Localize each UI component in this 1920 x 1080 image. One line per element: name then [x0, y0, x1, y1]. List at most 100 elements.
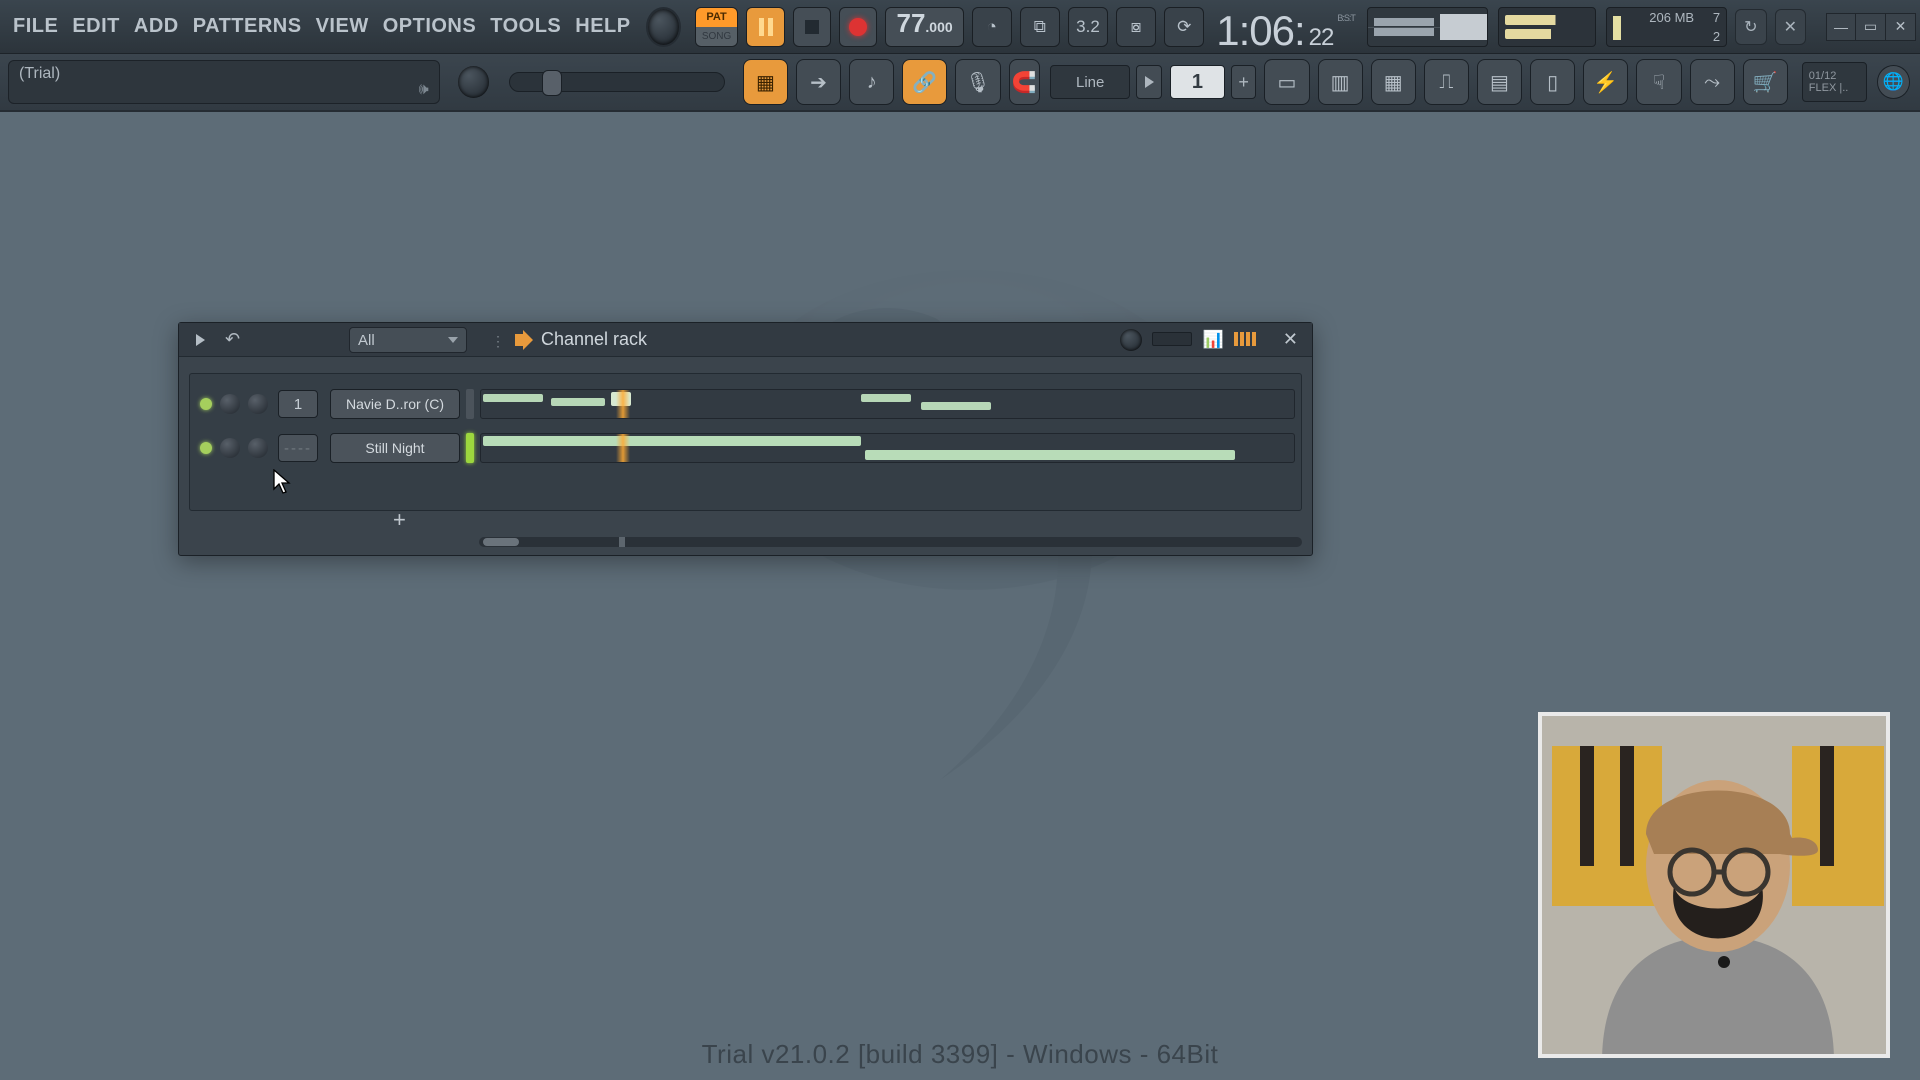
- main-toolbar: FILE EDIT ADD PATTERNS VIEW OPTIONS TOOL…: [0, 0, 1920, 54]
- channel-route-box[interactable]: ----: [278, 434, 318, 462]
- menu-options[interactable]: OPTIONS: [376, 15, 484, 38]
- master-pitch-knob[interactable]: [458, 66, 489, 98]
- stop-button[interactable]: [793, 7, 831, 47]
- song-label: SONG: [696, 27, 738, 46]
- main-menu: FILE EDIT ADD PATTERNS VIEW OPTIONS TOOL…: [0, 0, 638, 53]
- thread-count: 2: [1713, 29, 1720, 44]
- channel-rack-window: ↶ All ⋮ Channel rack 📊 ✕ 1 Navie D..ror …: [178, 322, 1313, 556]
- scrollbar-thumb[interactable]: [483, 538, 519, 546]
- countdown-label: 3.2: [1076, 17, 1100, 37]
- hint-text: (Trial): [19, 65, 60, 83]
- channel-add-button[interactable]: +: [179, 507, 1312, 533]
- news-panel[interactable]: 01/12 FLEX |..: [1802, 62, 1867, 102]
- channel-rack-play-button[interactable]: [189, 329, 211, 351]
- channel-name-button[interactable]: Navie D..ror (C): [330, 389, 460, 419]
- channel-volume-knob[interactable]: [248, 394, 268, 414]
- countdown-button[interactable]: 3.2: [1068, 7, 1108, 47]
- horizontal-zoom-slider[interactable]: [509, 72, 725, 92]
- memory-label: 206 MB: [1649, 10, 1694, 25]
- graph-editor-button[interactable]: 📊: [1203, 330, 1224, 350]
- webcam-overlay: [1538, 712, 1890, 1058]
- pattern-number-display[interactable]: 1: [1170, 65, 1225, 99]
- channel-row: 1 Navie D..ror (C): [190, 384, 1301, 424]
- view-close-all-button[interactable]: ⤳: [1690, 59, 1735, 105]
- maximize-button[interactable]: ▭: [1856, 13, 1886, 41]
- channel-step-area[interactable]: [480, 389, 1295, 419]
- channel-volume-knob[interactable]: [248, 438, 268, 458]
- send-button[interactable]: ➔: [796, 59, 841, 105]
- channel-rack-body: 1 Navie D..ror (C) ---- Still Night: [189, 373, 1302, 511]
- channel-mute-led[interactable]: [200, 442, 212, 454]
- menu-view[interactable]: VIEW: [309, 15, 376, 38]
- wait-for-input-button[interactable]: ⧉: [1020, 7, 1060, 47]
- playlist-button[interactable]: ▦: [743, 59, 788, 105]
- pause-icon: [759, 18, 773, 36]
- channel-rack-undo-button[interactable]: ↶: [225, 329, 240, 350]
- view-channelrack-button[interactable]: ▦: [1371, 59, 1416, 105]
- channel-name-button[interactable]: Still Night: [330, 433, 460, 463]
- view-pianoroll-button[interactable]: ▥: [1318, 59, 1363, 105]
- news-bottom: FLEX |..: [1809, 82, 1849, 94]
- plus-icon: +: [1238, 72, 1249, 93]
- view-mixer-button[interactable]: ⎍: [1424, 59, 1469, 105]
- channel-filter-dropdown[interactable]: All: [349, 327, 467, 353]
- online-button[interactable]: 🌐: [1877, 65, 1910, 99]
- snap-toggle[interactable]: 🧲: [1009, 59, 1040, 105]
- time-sep2: :: [1294, 7, 1305, 55]
- tempo-display[interactable]: 77 .000: [885, 7, 963, 47]
- snap-selector[interactable]: Line: [1050, 65, 1130, 99]
- loop-recording-button[interactable]: ⟳: [1164, 7, 1204, 47]
- channel-pan-knob[interactable]: [220, 394, 240, 414]
- minimize-button[interactable]: —: [1826, 13, 1856, 41]
- channel-pan-knob[interactable]: [220, 438, 240, 458]
- polyphony-count: 7: [1713, 10, 1720, 25]
- pat-song-toggle[interactable]: PAT SONG: [695, 7, 739, 47]
- blend-recording-button[interactable]: ⧇: [1116, 7, 1156, 47]
- undo-history-button[interactable]: ↻: [1735, 9, 1766, 45]
- channel-step-area[interactable]: [480, 433, 1295, 463]
- drag-grip-icon[interactable]: ⋮: [491, 333, 503, 350]
- close-window-button[interactable]: ✕: [1886, 13, 1916, 41]
- channel-activity-led: [466, 433, 474, 463]
- time-bars: 1: [1216, 7, 1238, 55]
- channel-route-box[interactable]: 1: [278, 390, 318, 418]
- visualizer-oscilloscope[interactable]: [1367, 7, 1489, 47]
- menu-help[interactable]: HELP: [568, 15, 637, 38]
- view-playlist-button[interactable]: ▭: [1264, 59, 1309, 105]
- menu-tools[interactable]: TOOLS: [483, 15, 568, 38]
- snap-play-button[interactable]: [1136, 65, 1162, 99]
- chevron-down-icon: [448, 337, 458, 343]
- channel-rack-close-button[interactable]: ✕: [1283, 329, 1298, 350]
- view-tempo-button[interactable]: ⚡: [1583, 59, 1628, 105]
- speaker-icon: [515, 330, 537, 350]
- swing-slider[interactable]: [1152, 332, 1192, 346]
- tempo-int: 77: [897, 8, 926, 39]
- slider-thumb[interactable]: [542, 70, 562, 96]
- master-volume-knob[interactable]: [648, 9, 679, 45]
- menu-file[interactable]: FILE: [6, 15, 65, 38]
- view-touch-button[interactable]: ☟: [1636, 59, 1681, 105]
- view-browser-button[interactable]: ▤: [1477, 59, 1522, 105]
- main-switch-button[interactable]: ✕: [1775, 9, 1806, 45]
- pattern-add-button[interactable]: +: [1231, 65, 1257, 99]
- news-top: 01/12: [1809, 70, 1837, 82]
- metronome-button[interactable]: ◔: [972, 7, 1012, 47]
- menu-edit[interactable]: EDIT: [65, 15, 127, 38]
- window-controls: — ▭ ✕: [1826, 13, 1916, 41]
- cpu-memory-panel[interactable]: 7 206 MB 2: [1606, 7, 1728, 47]
- channel-rack-title: Channel rack: [541, 329, 647, 350]
- typing-keys-button[interactable]: ♪: [849, 59, 894, 105]
- view-plugin-button[interactable]: ▯: [1530, 59, 1575, 105]
- channel-rack-scrollbar[interactable]: [479, 537, 1302, 547]
- record-button[interactable]: [839, 7, 877, 47]
- step-view-button[interactable]: [1234, 332, 1256, 346]
- song-position-display[interactable]: 1 : 06 : 22 B:S:T: [1216, 7, 1355, 47]
- view-shop-button[interactable]: 🛒: [1743, 59, 1788, 105]
- menu-add[interactable]: ADD: [127, 15, 186, 38]
- menu-patterns[interactable]: PATTERNS: [186, 15, 309, 38]
- swing-knob[interactable]: [1120, 329, 1142, 351]
- link-button[interactable]: 🔗: [902, 59, 947, 105]
- pause-button[interactable]: [746, 7, 784, 47]
- live-mode-button[interactable]: 🎙: [955, 59, 1000, 105]
- channel-mute-led[interactable]: [200, 398, 212, 410]
